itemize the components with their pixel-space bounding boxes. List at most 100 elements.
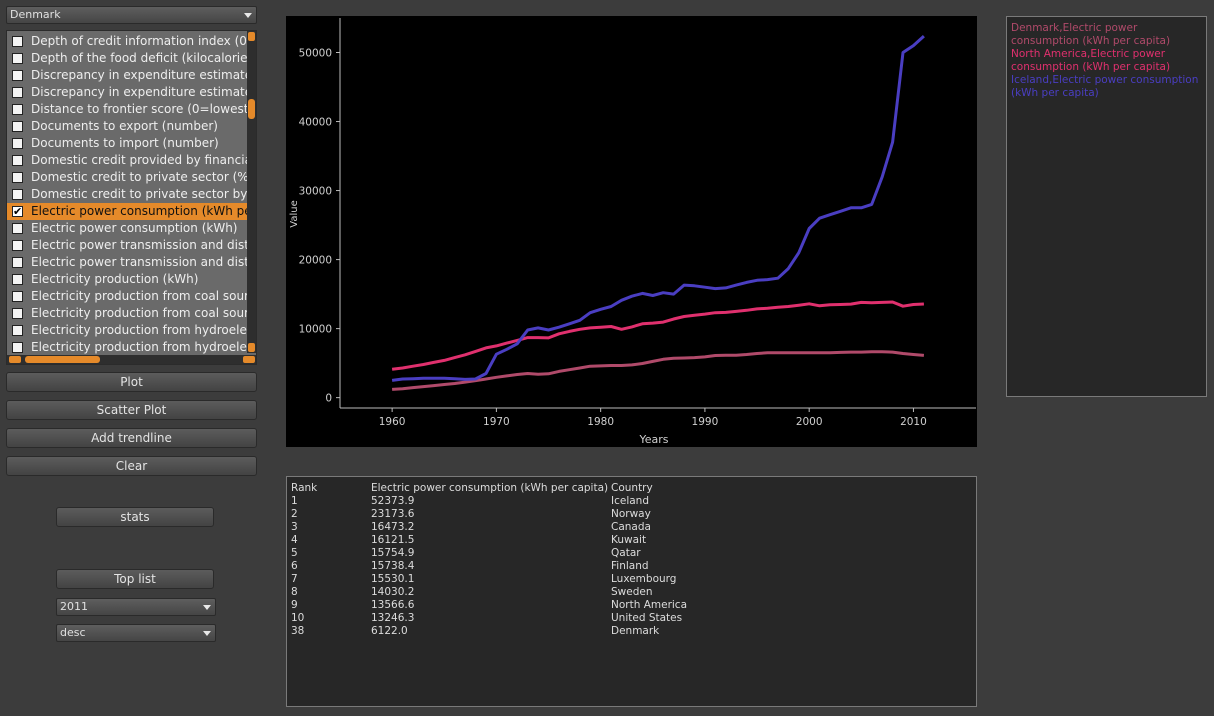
top-list-table: Rank Electric power consumption (kWh per … [286,476,977,707]
clear-button[interactable]: Clear [6,456,257,476]
order-select[interactable]: desc [56,624,216,642]
y-tick-label: 0 [325,393,332,405]
table-cell: Finland [611,560,649,572]
indicator-label: Discrepancy in expenditure estimate of G… [31,68,248,82]
table-row: 1 52373.9 Iceland [291,495,971,508]
indicator-list-item[interactable]: Documents to export (number) [7,118,248,135]
indicator-label: Electric power transmission and distribu… [31,255,248,269]
table-cell: 4 [291,534,298,546]
indicator-list-item[interactable]: Discrepancy in expenditure estimate of G… [7,84,248,101]
indicator-checkbox[interactable] [12,70,23,81]
indicator-list-item[interactable]: Domestic credit provided by financial se… [7,152,248,169]
indicator-list-item[interactable]: Discrepancy in expenditure estimate of G… [7,67,248,84]
series-line-0 [392,350,925,391]
plot-button[interactable]: Plot [6,372,257,392]
indicator-checkbox[interactable] [12,223,23,234]
top-list-button[interactable]: Top list [56,569,214,589]
indicator-list-item[interactable]: Electricity production (kWh) [7,271,248,288]
scatter-plot-button[interactable]: Scatter Plot [6,400,257,420]
indicator-label: Electricity production (kWh) [31,272,199,286]
indicator-checkbox[interactable] [12,308,23,319]
indicator-list-item[interactable]: Electric power transmission and distribu… [7,254,248,271]
indicator-checkbox[interactable] [12,138,23,149]
table-cell: 10 [291,612,305,624]
scroll-down-icon[interactable] [248,343,255,352]
x-tick-label: 1960 [379,416,406,428]
table-cell: Qatar [611,547,641,559]
x-tick-label: 2000 [796,416,823,428]
table-cell: 3 [291,521,298,533]
indicator-label: Electricity production from hydroelectri… [31,323,248,337]
indicator-list-vertical-scroll-thumb[interactable] [248,99,255,119]
indicator-label: Discrepancy in expenditure estimate of G… [31,85,248,99]
indicator-label: Electric power transmission and distribu… [31,238,248,252]
indicator-checkbox[interactable] [12,104,23,115]
table-cell: United States [611,612,683,624]
indicator-list-item[interactable]: Electric power transmission and distribu… [7,237,248,254]
table-row: 10 13246.3 United States [291,612,971,625]
indicator-list-item[interactable]: Electricity production from coal sources… [7,305,248,322]
y-tick-label: 10000 [299,324,332,336]
scroll-up-icon[interactable] [248,32,255,41]
add-trendline-button[interactable]: Add trendline [6,428,257,448]
x-tick-label: 1970 [483,416,510,428]
indicator-checkbox[interactable] [12,274,23,285]
table-row: 3 16473.2 Canada [291,521,971,534]
table-cell: Kuwait [611,534,647,546]
indicator-checkbox[interactable] [12,342,23,353]
table-cell: 2 [291,508,298,520]
y-tick-label: 20000 [299,255,332,267]
year-select[interactable]: 2011 [56,598,216,616]
country-select[interactable]: Denmark [6,6,257,24]
indicator-checkbox[interactable] [12,325,23,336]
indicator-list-item[interactable]: Domestic credit to private sector (% of … [7,169,248,186]
indicator-list-horizontal-scrollbar[interactable] [7,355,256,364]
indicator-list[interactable]: Depth of credit information index (0=low… [6,30,257,365]
table-cell: 15738.4 [371,560,415,572]
table-cell: Luxembourg [611,573,677,585]
indicator-list-item[interactable]: ✔ Electric power consumption (kWh per cap [7,203,248,220]
table-row: 7 15530.1 Luxembourg [291,573,971,586]
indicator-list-item[interactable]: Depth of the food deficit (kilocalories … [7,50,248,67]
indicator-list-item[interactable]: Distance to frontier score (0=lowest per… [7,101,248,118]
indicator-checkbox[interactable] [12,257,23,268]
indicator-list-item[interactable]: Electricity production from hydroelectri… [7,322,248,339]
indicator-checkbox[interactable] [12,53,23,64]
indicator-checkbox[interactable] [12,291,23,302]
table-cell: 16121.5 [371,534,415,546]
table-row: 4 16121.5 Kuwait [291,534,971,547]
country-select-value: Denmark [10,8,61,21]
indicator-checkbox[interactable] [12,240,23,251]
y-tick-label: 40000 [299,117,332,129]
table-cell: 38 [291,625,305,637]
x-tick-label: 2010 [900,416,927,428]
indicator-list-item[interactable]: Domestic credit to private sector by ban… [7,186,248,203]
scroll-right-icon[interactable] [243,356,255,363]
indicator-checkbox[interactable]: ✔ [12,205,23,218]
indicator-list-item[interactable]: Documents to import (number) [7,135,248,152]
line-chart: 0 10000 20000 30000 40000 50000 1960 1970 1980 19… [286,16,977,447]
stats-button[interactable]: stats [56,507,214,527]
indicator-label: Documents to import (number) [31,136,219,150]
indicator-checkbox[interactable] [12,36,23,47]
scroll-left-icon[interactable] [9,356,21,363]
legend-entry: Iceland,Electric power consumption (kWh … [1011,74,1199,99]
indicator-label: Electric power consumption (kWh per cap [31,204,248,218]
indicator-list-item[interactable]: Electricity production from coal sources… [7,288,248,305]
indicator-list-vertical-scrollbar[interactable] [247,31,256,353]
indicator-checkbox[interactable] [12,172,23,183]
indicator-list-item[interactable]: Electric power consumption (kWh) [7,220,248,237]
table-cell: 5 [291,547,298,559]
indicator-checkbox[interactable] [12,189,23,200]
indicator-list-horizontal-scroll-thumb[interactable] [25,356,100,363]
order-select-value: desc [60,626,86,639]
indicator-label: Electric power consumption (kWh) [31,221,238,235]
table-cell: 15754.9 [371,547,415,559]
indicator-checkbox[interactable] [12,121,23,132]
indicator-checkbox[interactable] [12,87,23,98]
table-cell: Norway [611,508,651,520]
indicator-checkbox[interactable] [12,155,23,166]
indicator-list-item[interactable]: Electricity production from hydroelectri… [7,339,248,356]
table-cell: 15530.1 [371,573,415,585]
indicator-list-item[interactable]: Depth of credit information index (0=low [7,33,248,50]
